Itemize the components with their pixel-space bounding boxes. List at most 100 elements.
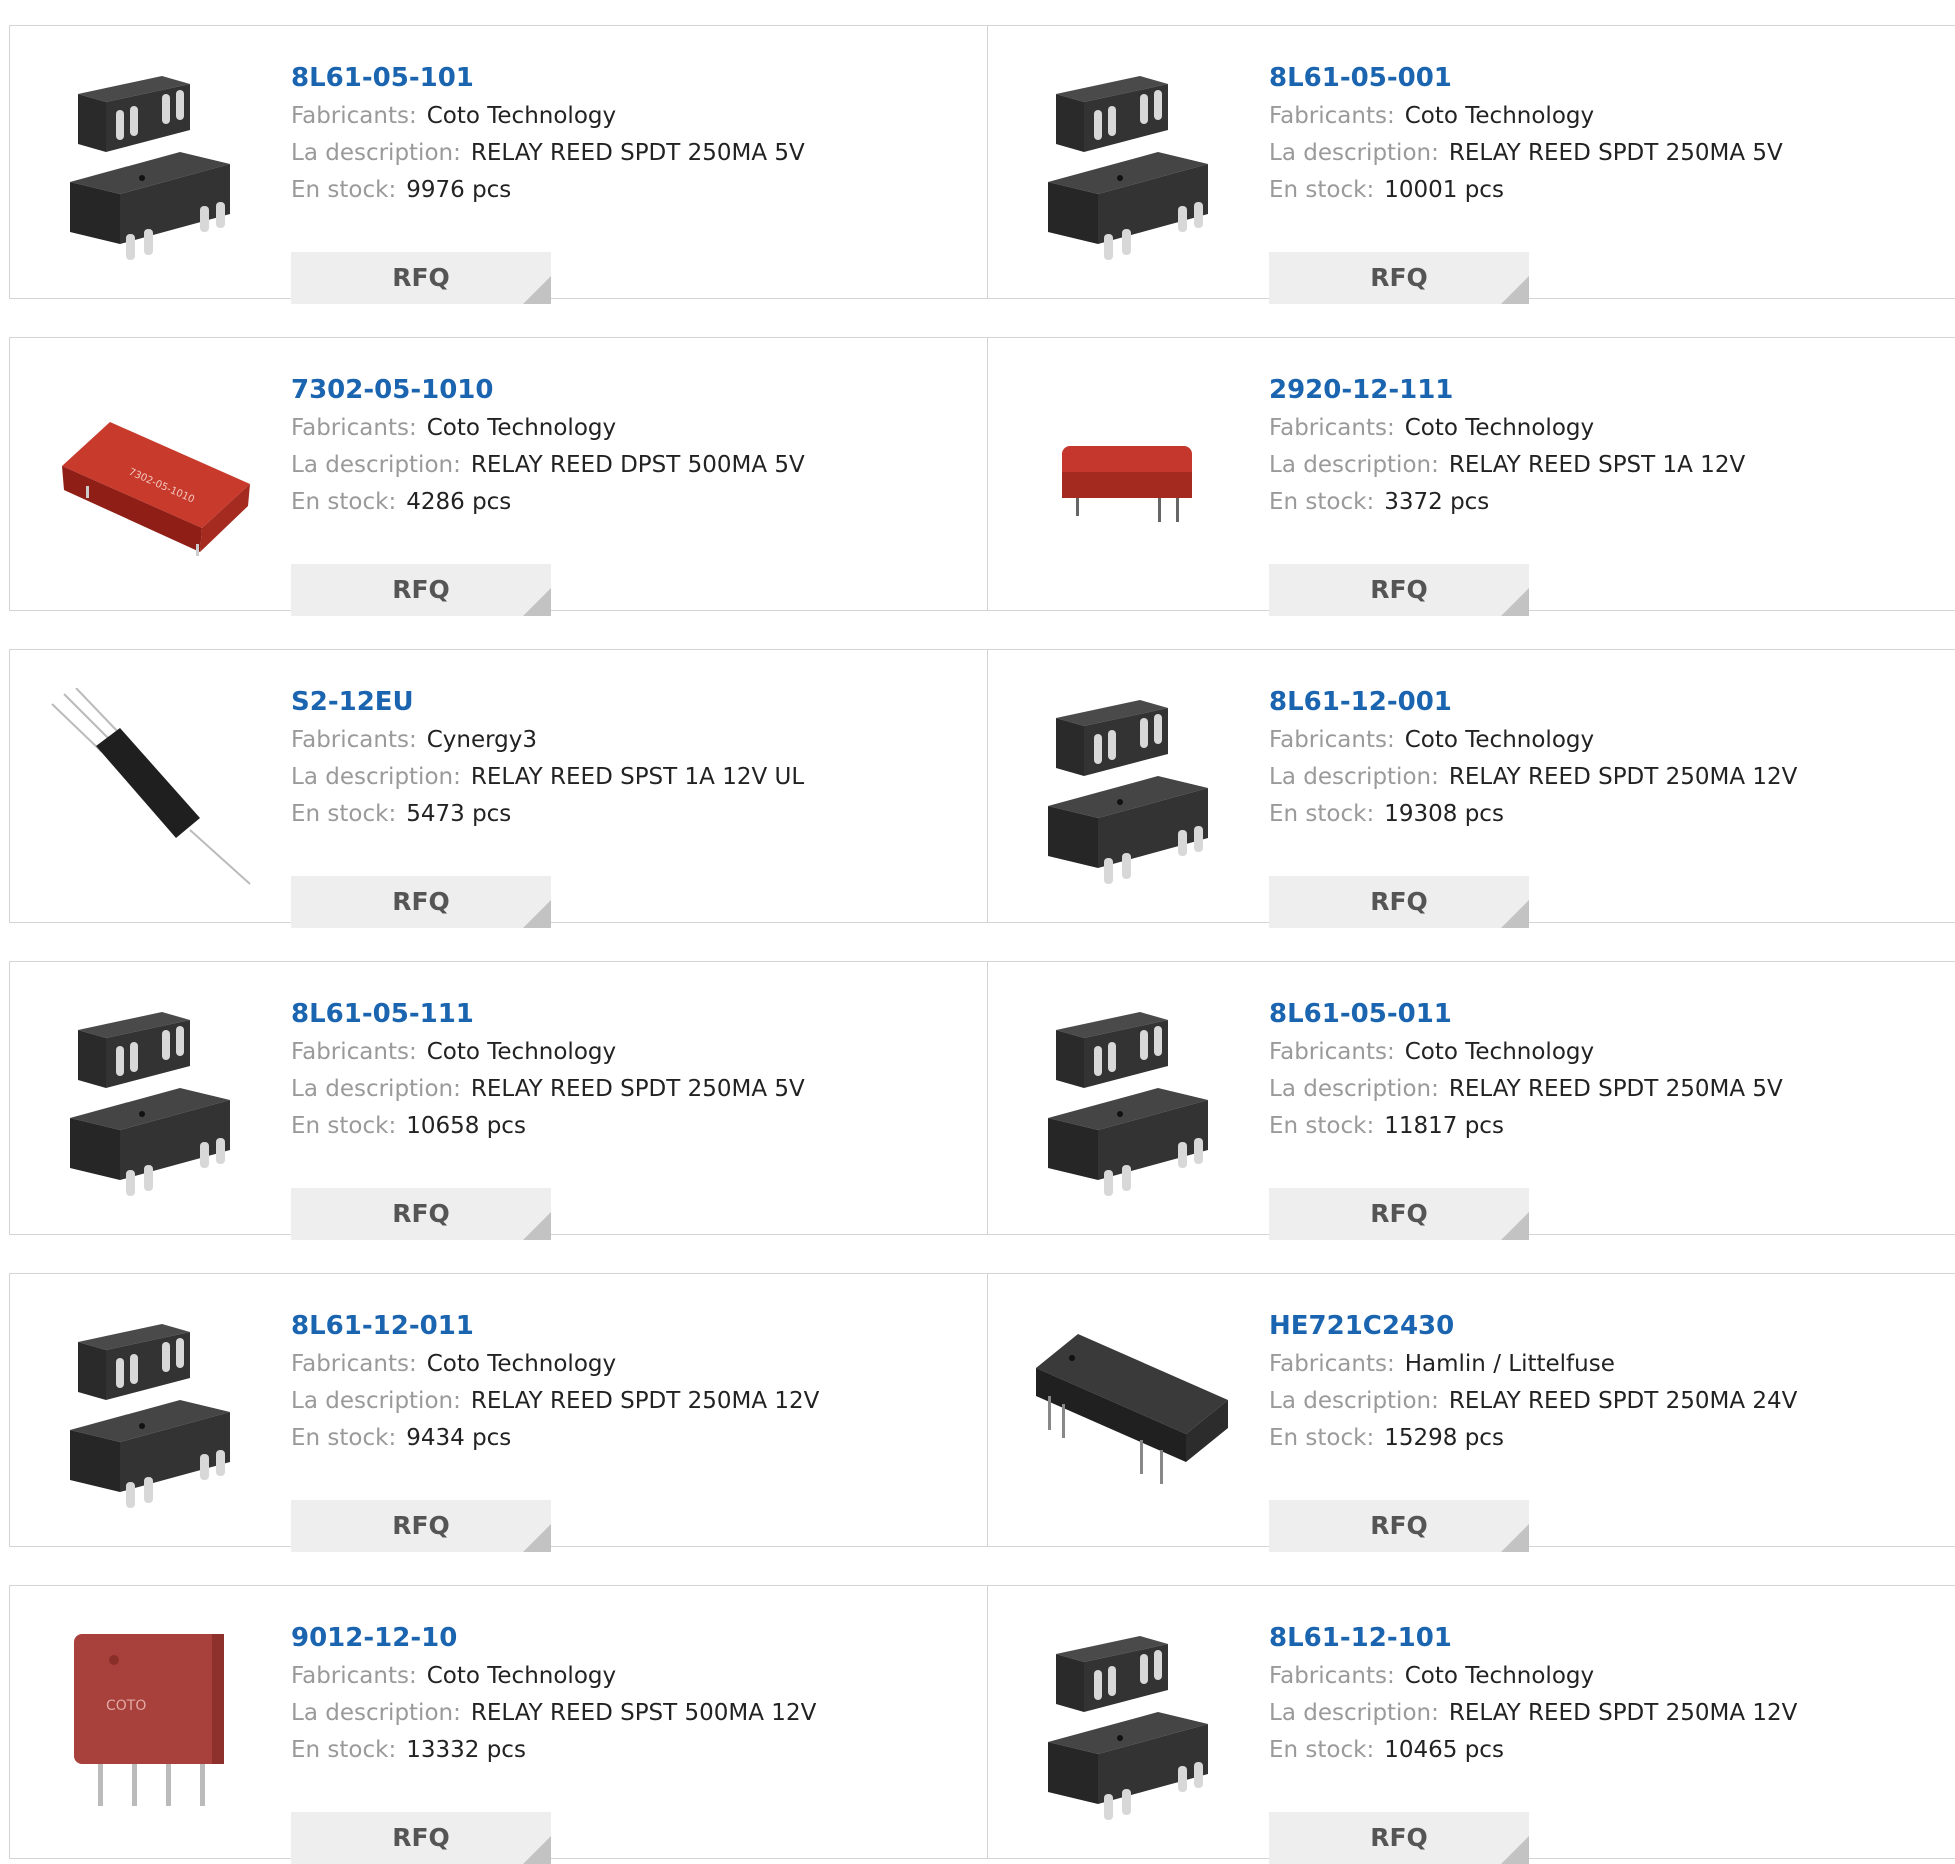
part-number-link[interactable]: HE721C2430 xyxy=(1269,1306,1797,1346)
rfq-button[interactable]: RFQ xyxy=(1269,1188,1529,1240)
product-image[interactable] xyxy=(1028,688,1238,888)
product-info: 8L61-12-001 Fabricants: Coto Technology La … xyxy=(1269,682,1798,928)
corner-triangle-icon xyxy=(523,1524,551,1552)
product-info: 9012-12-10 Fabricants: Coto Technology La d… xyxy=(291,1618,817,1864)
manufacturer-value: Coto Technology xyxy=(1404,727,1595,753)
stock-label: En stock: xyxy=(291,1425,397,1451)
product-info: 8L61-12-011 Fabricants: Coto Technology La … xyxy=(291,1306,819,1552)
manufacturer-row: Fabricants: Coto Technology xyxy=(1269,1658,1797,1695)
stock-value: 13332 pcs xyxy=(406,1737,526,1763)
product-image[interactable] xyxy=(1028,1312,1238,1512)
stock-label: En stock: xyxy=(291,801,397,827)
description-value: RELAY REED SPST 1A 12V UL xyxy=(470,764,805,790)
part-number-link[interactable]: 8L61-12-001 xyxy=(1269,682,1797,722)
description-value: RELAY REED SPDT 250MA 12V xyxy=(1448,764,1798,790)
part-number-link[interactable]: S2-12EU xyxy=(291,682,804,722)
corner-triangle-icon xyxy=(1501,1212,1529,1240)
description-row: La description: RELAY REED SPDT 250MA 5V xyxy=(1269,1071,1783,1108)
product-image[interactable] xyxy=(50,1312,260,1512)
manufacturer-value: Cynergy3 xyxy=(426,727,538,753)
product-card: 8L61-12-101 Fabricants: Coto Technology La … xyxy=(988,1585,1955,1864)
product-image[interactable] xyxy=(50,1000,260,1200)
part-number-link[interactable]: 8L61-05-011 xyxy=(1269,994,1783,1034)
description-value: RELAY REED SPDT 250MA 24V xyxy=(1448,1388,1798,1414)
stock-label: En stock: xyxy=(291,489,397,515)
product-image[interactable] xyxy=(1028,376,1238,576)
product-image[interactable]: 7302-05-1010 xyxy=(50,376,260,576)
description-label: La description: xyxy=(1269,1076,1439,1102)
part-number-link[interactable]: 7302-05-1010 xyxy=(291,370,805,410)
description-label: La description: xyxy=(291,1700,461,1726)
description-row: La description: RELAY REED SPST 1A 12V xyxy=(1269,447,1745,484)
rfq-button[interactable]: RFQ xyxy=(291,252,551,304)
rfq-button[interactable]: RFQ xyxy=(291,876,551,928)
rfq-button[interactable]: RFQ xyxy=(291,1188,551,1240)
rfq-button[interactable]: RFQ xyxy=(1269,252,1529,304)
part-number-link[interactable]: 2920-12-111 xyxy=(1269,370,1745,410)
product-image[interactable] xyxy=(50,688,260,888)
description-value: RELAY REED SPST 500MA 12V xyxy=(470,1700,817,1726)
manufacturer-label: Fabricants: xyxy=(1269,1351,1395,1377)
product-image[interactable] xyxy=(50,64,260,264)
rfq-button[interactable]: RFQ xyxy=(1269,564,1529,616)
stock-row: En stock: 4286 pcs xyxy=(291,484,805,521)
part-number-link[interactable]: 9012-12-10 xyxy=(291,1618,816,1658)
stock-label: En stock: xyxy=(1269,489,1375,515)
product-card: 8L61-05-111 Fabricants: Coto Technology La … xyxy=(9,961,988,1240)
stock-row: En stock: 10658 pcs xyxy=(291,1108,805,1145)
rfq-label: RFQ xyxy=(392,887,450,916)
manufacturer-label: Fabricants: xyxy=(291,1039,417,1065)
manufacturer-value: Coto Technology xyxy=(426,1663,617,1689)
rfq-label: RFQ xyxy=(1370,575,1428,604)
description-label: La description: xyxy=(1269,140,1439,166)
part-number-link[interactable]: 8L61-12-011 xyxy=(291,1306,819,1346)
description-row: La description: RELAY REED SPDT 250MA 12V xyxy=(1269,1695,1797,1732)
stock-value: 5473 pcs xyxy=(406,801,512,827)
rfq-button[interactable]: RFQ xyxy=(1269,1812,1529,1864)
part-number-link[interactable]: 8L61-12-101 xyxy=(1269,1618,1797,1658)
product-image[interactable] xyxy=(1028,1000,1238,1200)
rfq-label: RFQ xyxy=(392,1823,450,1852)
product-image[interactable] xyxy=(1028,64,1238,264)
part-number-link[interactable]: 8L61-05-001 xyxy=(1269,58,1783,98)
stock-label: En stock: xyxy=(1269,801,1375,827)
rfq-button[interactable]: RFQ xyxy=(291,1812,551,1864)
rfq-label: RFQ xyxy=(1370,1511,1428,1540)
product-card: 8L61-05-001 Fabricants: Coto Technology La … xyxy=(988,25,1955,304)
manufacturer-label: Fabricants: xyxy=(291,727,417,753)
product-card: 2920-12-111 Fabricants: Coto Technology La … xyxy=(988,337,1955,616)
stock-value: 11817 pcs xyxy=(1384,1113,1504,1139)
stock-row: En stock: 19308 pcs xyxy=(1269,796,1797,833)
rfq-button[interactable]: RFQ xyxy=(291,564,551,616)
corner-triangle-icon xyxy=(1501,276,1529,304)
product-image[interactable] xyxy=(1028,1624,1238,1824)
product-card: S2-12EU Fabricants: Cynergy3 La description… xyxy=(9,649,988,928)
rfq-button[interactable]: RFQ xyxy=(1269,876,1529,928)
stock-row: En stock: 13332 pcs xyxy=(291,1732,816,1769)
rfq-button[interactable]: RFQ xyxy=(291,1500,551,1552)
stock-value: 10658 pcs xyxy=(406,1113,526,1139)
product-card: 7302-05-1010 7302-05-1010 Fabricants: Coto … xyxy=(9,337,988,616)
manufacturer-row: Fabricants: Coto Technology xyxy=(1269,722,1797,759)
product-card: 8L61-05-101 Fabricants: Coto Technology La … xyxy=(9,25,988,304)
product-image[interactable]: COTO xyxy=(50,1624,260,1824)
manufacturer-row: Fabricants: Coto Technology xyxy=(291,1346,819,1383)
rfq-button[interactable]: RFQ xyxy=(1269,1500,1529,1552)
stock-label: En stock: xyxy=(1269,1737,1375,1763)
manufacturer-row: Fabricants: Coto Technology xyxy=(291,1034,805,1071)
rfq-label: RFQ xyxy=(1370,263,1428,292)
description-value: RELAY REED SPDT 250MA 5V xyxy=(1448,1076,1783,1102)
description-label: La description: xyxy=(1269,764,1439,790)
part-number-link[interactable]: 8L61-05-101 xyxy=(291,58,805,98)
description-value: RELAY REED SPDT 250MA 12V xyxy=(1448,1700,1798,1726)
stock-row: En stock: 10001 pcs xyxy=(1269,172,1783,209)
manufacturer-value: Hamlin / Littelfuse xyxy=(1404,1351,1615,1377)
stock-label: En stock: xyxy=(1269,1113,1375,1139)
product-info: 8L61-05-011 Fabricants: Coto Technology La … xyxy=(1269,994,1783,1240)
stock-label: En stock: xyxy=(1269,1425,1375,1451)
corner-triangle-icon xyxy=(1501,588,1529,616)
part-number-link[interactable]: 8L61-05-111 xyxy=(291,994,805,1034)
manufacturer-row: Fabricants: Coto Technology xyxy=(291,98,805,135)
stock-row: En stock: 5473 pcs xyxy=(291,796,804,833)
product-info: 2920-12-111 Fabricants: Coto Technology La … xyxy=(1269,370,1745,616)
